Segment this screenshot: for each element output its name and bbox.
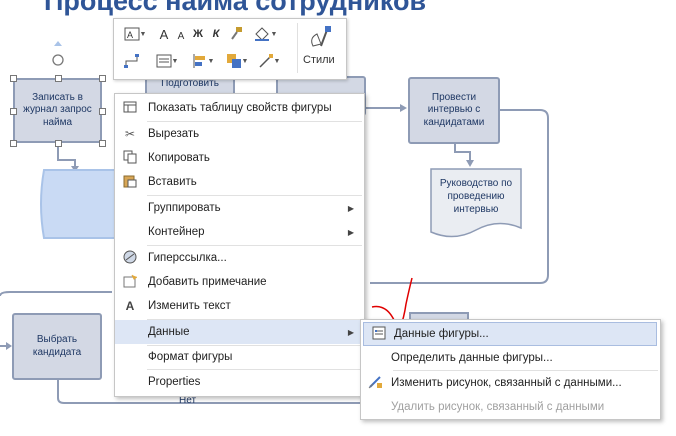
bold-button[interactable]: Ж [190, 24, 206, 44]
submenu-arrow-icon: ▶ [347, 327, 354, 337]
shape-guide-text: Руководство по проведению интервью [439, 178, 513, 215]
submenu-arrow-icon: ▶ [347, 203, 354, 213]
align-shapes-icon [193, 54, 205, 68]
data-submenu: Данные фигуры... Определить данные фигур… [360, 319, 661, 420]
menu-item-label: Данные [148, 326, 190, 338]
menu-item-hyperlink[interactable]: Гиперссылка... [115, 246, 364, 270]
selection-handle[interactable] [10, 75, 17, 82]
toolbar-divider [297, 23, 298, 73]
submenu-item-label: Удалить рисунок, связанный с данными [391, 401, 605, 413]
position-icon [226, 54, 241, 68]
submenu-item-shape-data[interactable]: Данные фигуры... [363, 322, 657, 346]
styles-button[interactable] [304, 23, 338, 51]
font-grow-button[interactable]: A [156, 24, 172, 44]
text-box-button[interactable]: A ▼ [120, 24, 150, 44]
selection-handle[interactable] [99, 108, 106, 115]
align-shapes-button[interactable]: ▼ [188, 51, 218, 71]
menu-item-label: Properties [148, 376, 201, 388]
table-icon [115, 101, 145, 116]
edit-graphic-icon [361, 375, 391, 392]
menu-item-label: Контейнер [148, 226, 205, 238]
submenu-item-define-data[interactable]: Определить данные фигуры... [361, 346, 660, 370]
menu-item-edit-text[interactable]: A Изменить текст [115, 294, 364, 318]
menu-item-add-comment[interactable]: Добавить примечание [115, 270, 364, 294]
menu-item-copy[interactable]: Копировать [115, 146, 364, 170]
menu-item-properties[interactable]: Properties [115, 370, 364, 394]
shape-interview[interactable]: Провести интервью с кандидатами [408, 77, 500, 144]
menu-item-cut[interactable]: ✂ Вырезать [115, 122, 364, 146]
menu-item-format-shape[interactable]: Формат фигуры [115, 345, 364, 369]
comment-icon [115, 274, 145, 291]
submenu-item-label: Определить данные фигуры... [391, 352, 553, 364]
context-menu: Показать таблицу свойств фигуры ✂ Выреза… [114, 93, 365, 397]
text-icon: A [125, 299, 135, 313]
menu-item-data[interactable]: Данные ▶ [115, 320, 364, 344]
menu-item-label: Вставить [148, 176, 197, 188]
svg-text:A: A [127, 30, 133, 40]
shape-guide[interactable]: Руководство по проведению интервью [432, 177, 520, 216]
menu-item-shape-sheet[interactable]: Показать таблицу свойств фигуры [115, 96, 364, 120]
menu-item-container[interactable]: Контейнер ▶ [115, 220, 364, 244]
menu-item-label: Добавить примечание [148, 276, 267, 288]
mini-toolbar: A ▼ A A Ж К ▼ ▼ ▼ ▼ ▼ Стили [113, 18, 347, 80]
copy-icon [115, 150, 145, 167]
align-text-button[interactable]: ▼ [152, 51, 182, 71]
submenu-item-label: Изменить рисунок, связанный с данными... [391, 377, 622, 389]
paste-icon [115, 174, 145, 191]
selection-handle[interactable] [99, 140, 106, 147]
menu-item-label: Копировать [148, 152, 210, 164]
text-box-icon: A [124, 27, 140, 41]
decision-shape [40, 169, 119, 239]
submenu-item-remove-graphic: Удалить рисунок, связанный с данными [361, 395, 660, 419]
scissors-icon: ✂ [124, 127, 136, 141]
line-icon [259, 54, 273, 68]
selection-handle[interactable] [99, 75, 106, 82]
menu-item-label: Вырезать [148, 128, 200, 140]
submenu-arrow-icon: ▶ [347, 227, 354, 237]
fill-icon [254, 27, 269, 41]
selection-handle[interactable] [10, 140, 17, 147]
connector-tool-button[interactable] [120, 51, 144, 71]
menu-item-group[interactable]: Группировать ▶ [115, 196, 364, 220]
font-shrink-button[interactable]: A [174, 27, 188, 45]
shape-data-icon [364, 326, 394, 343]
menu-item-label: Изменить текст [148, 300, 231, 312]
format-painter-icon [231, 27, 242, 40]
italic-button[interactable]: К [208, 24, 224, 44]
fill-button[interactable]: ▼ [248, 24, 282, 44]
rotate-arrow-icon [54, 41, 62, 46]
menu-item-label: Гиперссылка... [148, 252, 227, 264]
shape-record-request-text: Записать в журнал запрос найма [23, 91, 92, 128]
shape-select-candidate[interactable]: Выбрать кандидата [12, 313, 102, 380]
styles-icon [311, 26, 331, 47]
shape-record-request[interactable]: Записать в журнал запрос найма [13, 78, 102, 143]
menu-item-label: Группировать [148, 202, 221, 214]
submenu-item-label: Данные фигуры... [394, 328, 489, 340]
selection-handle[interactable] [55, 75, 62, 82]
format-painter-button[interactable] [226, 24, 246, 44]
connector-tool-icon [124, 54, 139, 68]
connector-left [0, 291, 112, 297]
selection-handle[interactable] [10, 108, 17, 115]
connector-to-guide [454, 144, 471, 162]
align-text-icon [156, 54, 172, 68]
rotate-handle-icon [52, 54, 64, 66]
menu-item-label: Показать таблицу свойств фигуры [148, 102, 332, 114]
selection-handle[interactable] [55, 140, 62, 147]
menu-item-label: Формат фигуры [148, 351, 233, 363]
styles-label: Стили [303, 54, 335, 66]
line-button[interactable]: ▼ [254, 51, 284, 71]
shape-interview-text: Провести интервью с кандидатами [423, 91, 485, 128]
submenu-item-edit-graphic[interactable]: Изменить рисунок, связанный с данными... [361, 371, 660, 395]
hyperlink-icon [115, 250, 145, 267]
position-button[interactable]: ▼ [222, 51, 252, 71]
shape-select-candidate-text: Выбрать кандидата [32, 334, 82, 358]
menu-item-paste[interactable]: Вставить [115, 170, 364, 194]
